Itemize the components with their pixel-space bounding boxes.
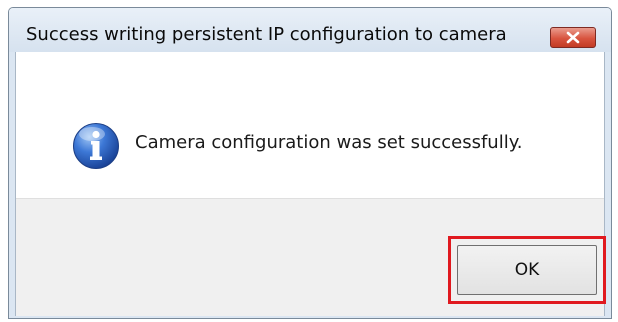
dialog-message: Camera configuration was set successfull… (135, 132, 523, 153)
info-icon (73, 123, 119, 169)
title-bar[interactable]: Success writing persistent IP configurat… (9, 8, 611, 52)
close-button[interactable] (550, 27, 596, 48)
dialog-content: Camera configuration was set successfull… (15, 52, 606, 316)
ok-button-highlight: OK (448, 236, 606, 304)
button-bar: OK (16, 198, 606, 316)
dialog-title: Success writing persistent IP configurat… (26, 24, 507, 45)
message-area: Camera configuration was set successfull… (16, 52, 604, 198)
close-icon (566, 31, 580, 44)
dialog-window: Success writing persistent IP configurat… (8, 7, 612, 319)
ok-button[interactable]: OK (457, 245, 597, 295)
